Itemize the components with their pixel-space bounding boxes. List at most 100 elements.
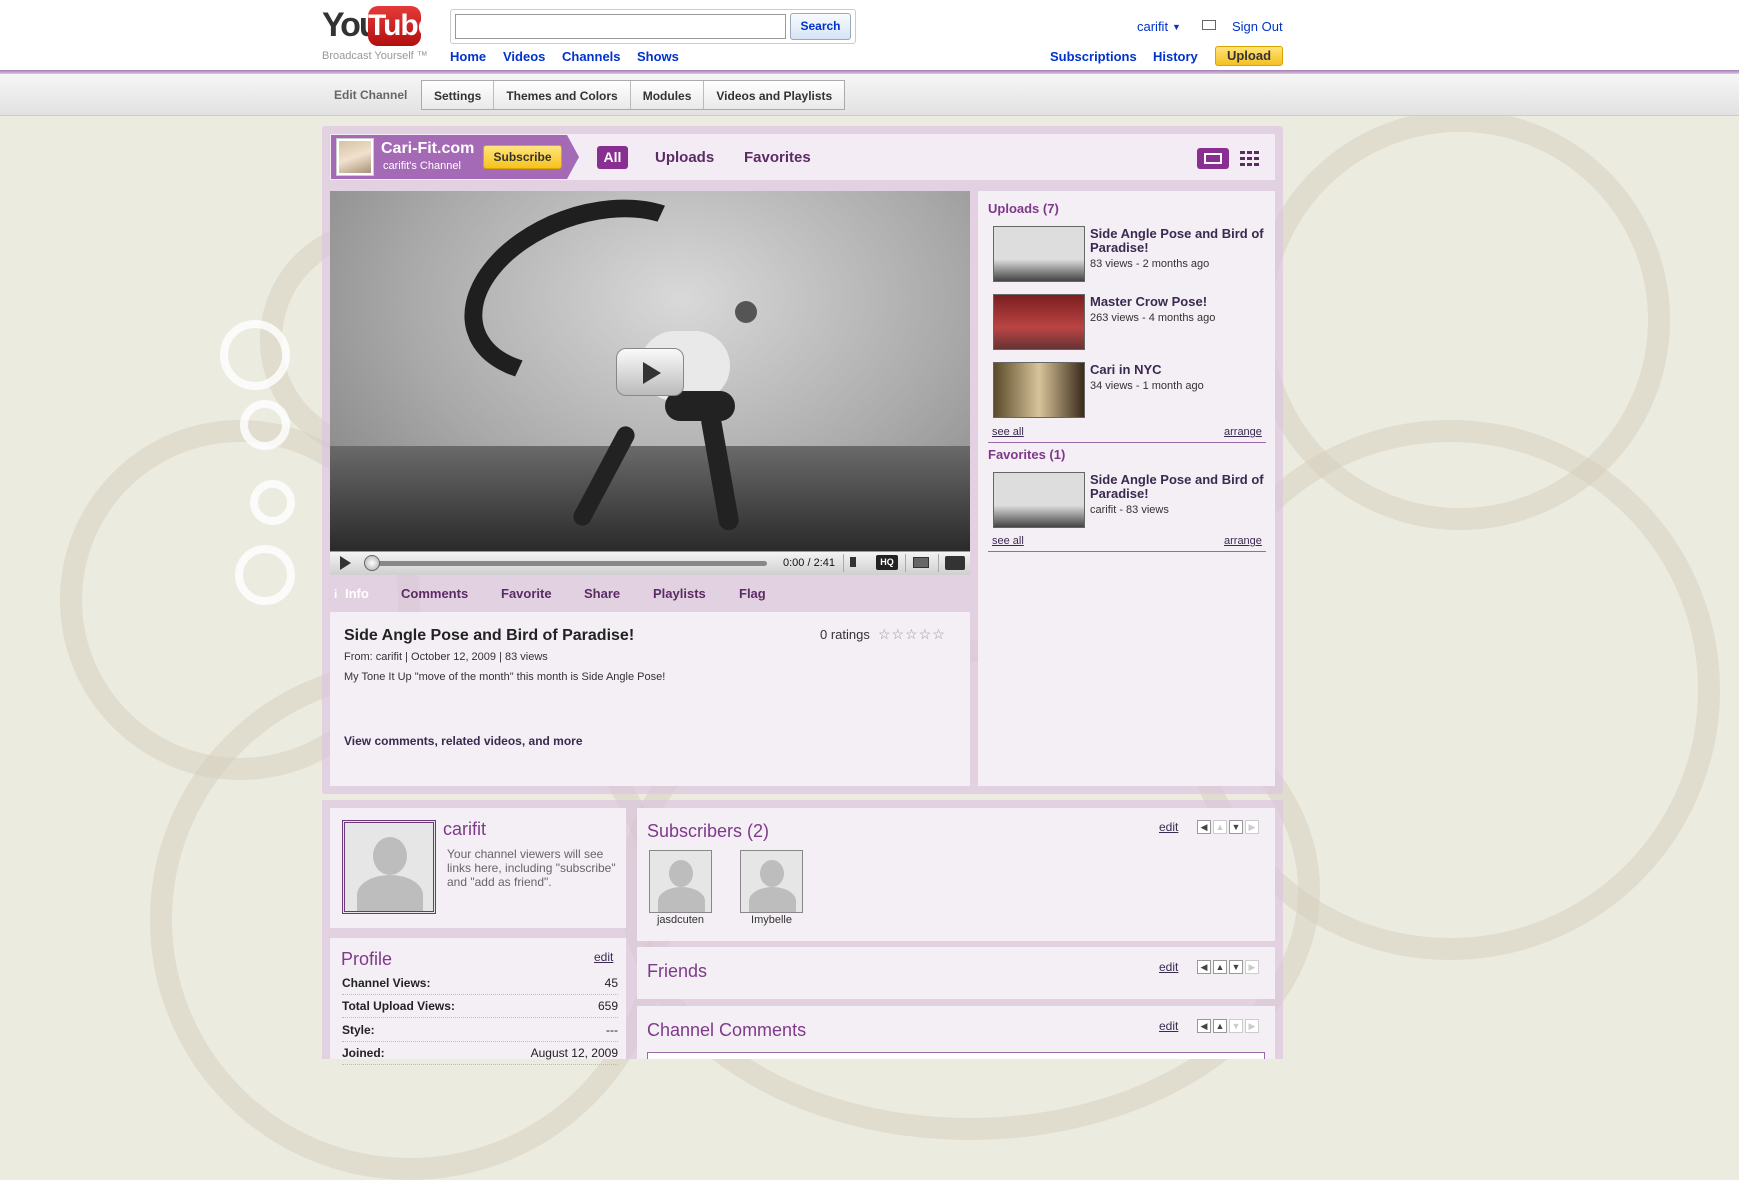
ratings-count: 0 ratings bbox=[820, 627, 870, 642]
nav-home[interactable]: Home bbox=[450, 49, 486, 64]
move-up-icon[interactable]: ▲ bbox=[1213, 1019, 1227, 1033]
nav-videos[interactable]: Videos bbox=[503, 49, 545, 64]
friends-panel bbox=[637, 947, 1275, 999]
friends-edit-link[interactable]: edit bbox=[1159, 960, 1178, 974]
tab-comments[interactable]: Comments bbox=[401, 586, 468, 601]
profile-edit-link[interactable]: edit bbox=[594, 950, 613, 964]
upload-meta: 34 views - 1 month ago bbox=[1090, 380, 1204, 392]
tab-themes-and-colors[interactable]: Themes and Colors bbox=[494, 81, 631, 109]
edit-channel-bar bbox=[0, 74, 1739, 116]
logo-tagline: Broadcast Yourself ™ bbox=[322, 50, 428, 62]
seek-handle[interactable] bbox=[364, 555, 380, 571]
nav-shows[interactable]: Shows bbox=[637, 49, 679, 64]
search-input[interactable] bbox=[455, 14, 786, 39]
play-icon[interactable] bbox=[340, 556, 351, 570]
upload-title[interactable]: Side Angle Pose and Bird of Paradise! bbox=[1090, 227, 1265, 255]
background-swirl bbox=[250, 480, 295, 525]
tab-videos-and-playlists[interactable]: Videos and Playlists bbox=[704, 81, 845, 109]
move-left-icon[interactable]: ◀ bbox=[1197, 1019, 1211, 1033]
tab-flag[interactable]: Flag bbox=[739, 586, 766, 601]
move-down-icon: ▼ bbox=[1229, 1019, 1243, 1033]
volume-icon[interactable] bbox=[843, 554, 867, 572]
subscribers-edit-link[interactable]: edit bbox=[1159, 820, 1178, 834]
window-size-icon[interactable] bbox=[905, 554, 935, 572]
youtube-logo-badge[interactable]: Tube bbox=[368, 6, 434, 46]
favorite-title[interactable]: Side Angle Pose and Bird of Paradise! bbox=[1090, 473, 1265, 501]
uploads-see-all[interactable]: see all bbox=[992, 426, 1024, 438]
channel-tab-all[interactable]: All bbox=[597, 146, 628, 169]
play-video-button[interactable] bbox=[616, 348, 684, 396]
subscriptions-link[interactable]: Subscriptions bbox=[1050, 49, 1137, 64]
search-button[interactable]: Search bbox=[790, 13, 851, 40]
profile-row: Channel Views: 45 bbox=[342, 973, 618, 995]
history-link[interactable]: History bbox=[1153, 49, 1198, 64]
move-down-icon[interactable]: ▼ bbox=[1229, 960, 1243, 974]
mail-icon[interactable] bbox=[1202, 20, 1216, 30]
profile-hint: Your channel viewers will see links here… bbox=[447, 847, 616, 889]
user-avatar[interactable] bbox=[342, 820, 436, 914]
channel-banner-arrow bbox=[567, 135, 579, 179]
video-thumbnail[interactable] bbox=[993, 472, 1085, 528]
profile-username: carifit bbox=[443, 819, 487, 839]
channel-comments-title: Channel Comments bbox=[647, 1020, 807, 1040]
upload-title[interactable]: Master Crow Pose! bbox=[1090, 295, 1265, 309]
nav-channels[interactable]: Channels bbox=[562, 49, 621, 64]
upload-meta: 83 views - 2 months ago bbox=[1090, 258, 1210, 270]
video-thumbnail[interactable] bbox=[993, 294, 1085, 350]
channel-tab-uploads[interactable]: Uploads bbox=[655, 149, 714, 166]
move-right-icon: ▶ bbox=[1245, 960, 1259, 974]
sign-out-link[interactable]: Sign Out bbox=[1232, 19, 1283, 34]
tab-playlists[interactable]: Playlists bbox=[653, 586, 706, 601]
subscriber-name[interactable]: jasdcuten bbox=[649, 914, 712, 926]
friends-arrows: ◀ ▲ ▼ ▶ bbox=[1197, 960, 1259, 974]
subscriber-avatar[interactable] bbox=[740, 850, 803, 913]
friends-title: Friends bbox=[647, 961, 708, 981]
video-thumbnail[interactable] bbox=[993, 226, 1085, 282]
profile-row: Style: --- bbox=[342, 1020, 618, 1042]
subscriber-avatar[interactable] bbox=[649, 850, 712, 913]
video-floor bbox=[330, 446, 970, 551]
divider bbox=[988, 442, 1266, 443]
view-more-link[interactable]: View comments, related videos, and more bbox=[344, 734, 583, 748]
subscriber-name[interactable]: Imybelle bbox=[740, 914, 803, 926]
fullscreen-icon[interactable] bbox=[938, 554, 968, 572]
tab-settings[interactable]: Settings bbox=[422, 81, 495, 109]
tab-share[interactable]: Share bbox=[584, 586, 620, 601]
comments-arrows: ◀ ▲ ▼ ▶ bbox=[1197, 1019, 1259, 1033]
upload-title[interactable]: Cari in NYC bbox=[1090, 363, 1265, 377]
player-view-icon[interactable] bbox=[1197, 148, 1229, 169]
comments-edit-link[interactable]: edit bbox=[1159, 1019, 1178, 1033]
upload-button[interactable]: Upload bbox=[1215, 46, 1283, 66]
move-down-icon[interactable]: ▼ bbox=[1229, 820, 1243, 834]
move-up-icon[interactable]: ▲ bbox=[1213, 960, 1227, 974]
channel-name[interactable]: Cari-Fit.com bbox=[381, 140, 474, 158]
channel-tab-favorites[interactable]: Favorites bbox=[744, 149, 811, 166]
tab-favorite[interactable]: Favorite bbox=[501, 586, 552, 601]
subscribers-arrows: ◀ ▲ ▼ ▶ bbox=[1197, 820, 1259, 834]
upload-meta: 263 views - 4 months ago bbox=[1090, 312, 1216, 324]
channel-subtitle: carifit's Channel bbox=[383, 160, 461, 172]
channel-avatar[interactable] bbox=[336, 138, 374, 176]
video-thumbnail[interactable] bbox=[993, 362, 1085, 418]
username-menu[interactable]: carifit bbox=[1137, 19, 1168, 34]
move-right-icon: ▶ bbox=[1245, 1019, 1259, 1033]
seek-bar[interactable] bbox=[367, 561, 767, 566]
tab-info[interactable]: Info bbox=[345, 586, 369, 601]
favorites-title[interactable]: Favorites (1) bbox=[988, 447, 1065, 462]
subscribe-button[interactable]: Subscribe bbox=[483, 145, 562, 169]
uploads-arrange[interactable]: arrange bbox=[1224, 426, 1262, 438]
uploads-title[interactable]: Uploads (7) bbox=[988, 201, 1059, 216]
rating-stars[interactable]: ☆☆☆☆☆ bbox=[878, 626, 946, 643]
grid-view-icon[interactable] bbox=[1240, 151, 1261, 166]
time-display: 0:00 / 2:41 bbox=[783, 557, 835, 569]
chevron-down-icon[interactable]: ▼ bbox=[1172, 22, 1181, 32]
move-left-icon[interactable]: ◀ bbox=[1197, 820, 1211, 834]
move-up-icon: ▲ bbox=[1213, 820, 1227, 834]
comment-input[interactable] bbox=[647, 1052, 1265, 1059]
hq-toggle[interactable]: HQ bbox=[876, 555, 898, 570]
favorites-arrange[interactable]: arrange bbox=[1224, 535, 1262, 547]
divider bbox=[988, 551, 1266, 552]
tab-modules[interactable]: Modules bbox=[630, 81, 705, 109]
favorites-see-all[interactable]: see all bbox=[992, 535, 1024, 547]
move-left-icon[interactable]: ◀ bbox=[1197, 960, 1211, 974]
